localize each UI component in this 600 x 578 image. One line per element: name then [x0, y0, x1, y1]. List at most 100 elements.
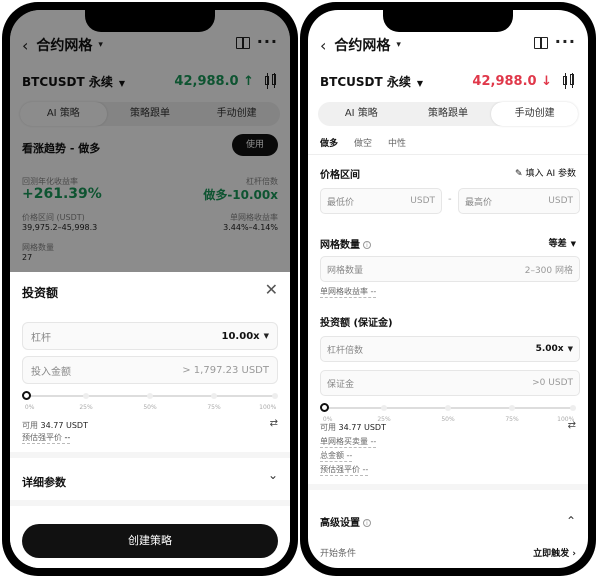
- price-range-label: 价格区间: [320, 170, 360, 181]
- margin-input[interactable]: 保证金 >0 USDT: [320, 370, 580, 396]
- slider-tick: 100%: [259, 404, 277, 411]
- amount-label: 投入金额: [31, 366, 71, 378]
- fill-ai-label[interactable]: 填入 AI 参数: [525, 169, 576, 179]
- mode-tabs: AI 策略 策略跟单 手动创建: [318, 102, 579, 126]
- available-value: 34.77 USDT: [40, 421, 88, 430]
- top-bar: ‹ 合约网格 ▾ ···: [308, 30, 588, 60]
- available-balance: 可用 34.77 USDT: [320, 422, 386, 433]
- detail-params-label[interactable]: 详细参数: [22, 474, 66, 490]
- pair-name[interactable]: BTCUSDT 永续: [320, 75, 411, 89]
- candlestick-icon[interactable]: [562, 73, 576, 89]
- tab-long[interactable]: 做多: [320, 136, 338, 149]
- margin-value: >0 USDT: [532, 378, 573, 388]
- slider-dot[interactable]: [83, 393, 89, 399]
- advanced-text[interactable]: 高级设置: [320, 518, 360, 529]
- unit-label: USDT: [548, 196, 573, 206]
- pair-selector[interactable]: BTCUSDT 永续 ▼: [320, 73, 423, 90]
- direction-tabs: 做多 做空 中性: [320, 136, 406, 149]
- page-title[interactable]: 合约网格: [334, 35, 390, 55]
- create-strategy-button[interactable]: 创建策略: [22, 524, 278, 558]
- investment-label: 投资额 (保证金): [320, 318, 393, 329]
- info-icon[interactable]: i: [363, 519, 371, 527]
- slider-dot[interactable]: [272, 393, 278, 399]
- phone-notch: [85, 10, 215, 32]
- range-dash: -: [448, 194, 452, 205]
- phone-notch: [383, 10, 513, 32]
- back-icon[interactable]: ‹: [320, 36, 326, 55]
- grid-count-text: 网格数量: [320, 240, 360, 251]
- tab-ai-strategy[interactable]: AI 策略: [318, 102, 405, 126]
- modal-backdrop[interactable]: [10, 10, 290, 272]
- sheet-title: 投资额: [22, 286, 59, 300]
- chevron-down-icon[interactable]: ▼: [417, 79, 423, 88]
- chevron-up-icon[interactable]: ⌃: [566, 514, 576, 528]
- available-value: 34.77 USDT: [338, 423, 386, 432]
- min-price-input[interactable]: 最低价 USDT: [320, 188, 442, 214]
- start-condition-select[interactable]: 立即触发 ›: [533, 546, 576, 559]
- amount-placeholder: > 1,797.23 USDT: [182, 364, 269, 376]
- grid-mode-select[interactable]: 等差 ▼: [549, 236, 576, 249]
- divider: [10, 500, 290, 506]
- advanced-settings-label[interactable]: 高级设置 i: [320, 514, 371, 529]
- left-screen: ‹ 合约网格 ▾ ··· BTCUSDT 永续 ▼ 42,988.0 ↑ AI 策…: [10, 10, 290, 568]
- left-phone: ‹ 合约网格 ▾ ··· BTCUSDT 永续 ▼ 42,988.0 ↑ AI 策…: [2, 2, 298, 576]
- slider-dot[interactable]: [509, 405, 515, 411]
- amount-input[interactable]: 投入金额 > 1,797.23 USDT: [22, 356, 278, 384]
- slider-dot[interactable]: [211, 393, 217, 399]
- slider-dot[interactable]: [381, 405, 387, 411]
- price-display: 42,988.0 ↓: [472, 73, 552, 89]
- chevron-down-icon: ▼: [570, 240, 576, 248]
- slider-tick: 0%: [24, 404, 35, 411]
- swap-icon[interactable]: ⇄: [568, 420, 576, 431]
- leverage-value: 5.00x: [535, 344, 564, 354]
- pair-row: BTCUSDT 永续 ▼ 42,988.0 ↓: [308, 68, 588, 94]
- available-label: 可用: [22, 421, 38, 430]
- close-icon[interactable]: ✕: [265, 280, 278, 299]
- tab-copy-strategy[interactable]: 策略跟单: [405, 102, 492, 126]
- divider: [308, 154, 588, 155]
- unit-label: USDT: [410, 196, 435, 206]
- slider-dot[interactable]: [570, 405, 576, 411]
- fill-ai-params-link[interactable]: ✎ 填入 AI 参数: [515, 166, 576, 179]
- per-grid-return-note: 单网格收益率 --: [320, 287, 377, 298]
- available-label: 可用: [320, 423, 336, 432]
- max-price-input[interactable]: 最高价 USDT: [458, 188, 580, 214]
- tab-manual-create[interactable]: 手动创建: [491, 102, 579, 126]
- available-balance: 可用 34.77 USDT: [22, 420, 88, 431]
- info-icon[interactable]: i: [363, 241, 371, 249]
- amount-slider[interactable]: 0% 25% 50% 75% 100%: [22, 390, 278, 414]
- swap-icon[interactable]: ⇄: [270, 418, 278, 429]
- leverage-field-label: 杠杆: [31, 332, 51, 344]
- leverage-select[interactable]: 杠杆 10.00x ▼: [22, 322, 278, 350]
- chevron-down-icon: ▼: [567, 345, 573, 353]
- max-price-placeholder: 最高价: [465, 197, 493, 208]
- slider-dot[interactable]: [445, 405, 451, 411]
- slider-dot[interactable]: [147, 393, 153, 399]
- chevron-down-icon: ▼: [263, 332, 269, 340]
- grid-count-range: 2–300 网格: [524, 265, 573, 276]
- liq-value: --: [64, 433, 71, 442]
- leverage-label: 杠杆倍数: [327, 345, 364, 356]
- grid-count-input[interactable]: 网格数量 2–300 网格: [320, 256, 580, 282]
- edit-icon: ✎: [515, 169, 526, 179]
- liquidation-price: 预估强平价 --: [22, 432, 71, 444]
- slider-handle[interactable]: [22, 391, 31, 400]
- total-amount-note: 总金额 --: [320, 451, 353, 462]
- chevron-down-icon[interactable]: ▾: [396, 40, 401, 50]
- divider: [10, 452, 290, 458]
- chevron-down-icon[interactable]: ⌄: [268, 468, 278, 482]
- liquidation-price-note: 预估强平价 --: [320, 465, 369, 476]
- leverage-select[interactable]: 杠杆倍数 5.00x ▼: [320, 336, 580, 362]
- tab-short[interactable]: 做空: [354, 136, 372, 149]
- grid-mode-value[interactable]: 等差: [549, 239, 567, 249]
- slider-tick: 25%: [79, 404, 93, 411]
- grid-count-placeholder: 网格数量: [327, 265, 364, 276]
- more-icon[interactable]: ···: [555, 32, 576, 51]
- slider-tick: 50%: [143, 404, 157, 411]
- slider-handle[interactable]: [320, 403, 329, 412]
- slider-tick: 75%: [207, 404, 221, 411]
- slider-tick: 75%: [505, 416, 519, 423]
- divider: [308, 484, 588, 490]
- book-icon[interactable]: [534, 37, 548, 49]
- tab-neutral[interactable]: 中性: [388, 136, 406, 149]
